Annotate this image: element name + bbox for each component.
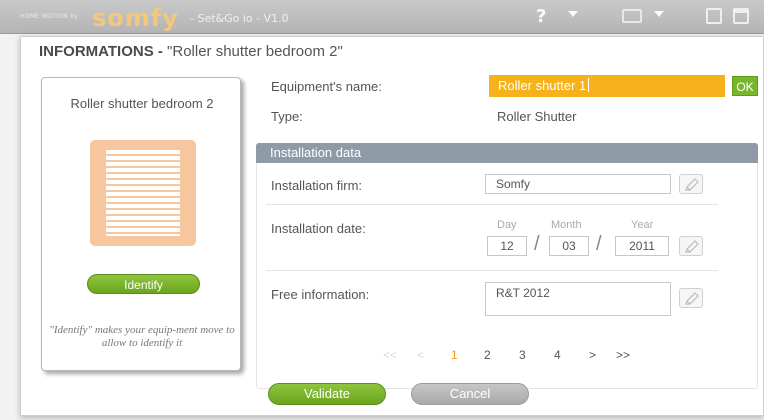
date-separator: / bbox=[534, 233, 540, 255]
edit-icon[interactable] bbox=[622, 9, 642, 23]
app-version: - Set&Go io - V1.0 bbox=[190, 12, 289, 25]
pager-prev[interactable]: < bbox=[417, 348, 424, 362]
type-label: Type: bbox=[271, 109, 303, 124]
help-menu-chevron-down-icon[interactable] bbox=[568, 11, 578, 17]
year-hint: Year bbox=[631, 219, 654, 231]
installation-firm-input[interactable]: Somfy bbox=[485, 174, 671, 194]
edit-menu-chevron-down-icon[interactable] bbox=[654, 11, 664, 17]
pager-page-2[interactable]: 2 bbox=[484, 348, 491, 362]
equipment-name-label: Equipment's name: bbox=[271, 79, 382, 94]
separator bbox=[266, 270, 718, 271]
equipment-card-title: Roller shutter bedroom 2 bbox=[70, 96, 214, 111]
pager-page-3[interactable]: 3 bbox=[519, 348, 526, 362]
identify-note: "Identify" makes your equip-ment move to… bbox=[49, 324, 235, 349]
installation-firm-value: Somfy bbox=[496, 177, 531, 191]
dialog-title-equipment: "Roller shutter bedroom 2" bbox=[167, 43, 343, 60]
separator bbox=[266, 204, 718, 205]
informations-dialog: INFORMATIONS - "Roller shutter bedroom 2… bbox=[20, 36, 764, 416]
date-separator: / bbox=[596, 233, 602, 255]
day-hint: Day bbox=[497, 219, 517, 231]
type-value: Roller Shutter bbox=[497, 109, 577, 124]
minimize-window-icon[interactable] bbox=[706, 8, 722, 24]
edit-firm-pencil-icon[interactable] bbox=[679, 174, 703, 194]
equipment-name-input[interactable]: Roller shutter 1 bbox=[489, 75, 725, 97]
edit-date-pencil-icon[interactable] bbox=[679, 236, 703, 256]
app-window: HOME MOTION by somfy - Set&Go io - V1.0 … bbox=[0, 0, 764, 420]
month-hint: Month bbox=[551, 219, 582, 231]
equipment-card: Roller shutter bedroom 2 Identify "Ident… bbox=[41, 77, 241, 371]
equipment-name-value: Roller shutter 1 bbox=[498, 78, 587, 93]
pager-first[interactable]: << bbox=[383, 348, 397, 362]
cancel-button[interactable]: Cancel bbox=[411, 383, 529, 405]
dialog-title-prefix: INFORMATIONS - bbox=[39, 43, 163, 60]
edit-free-info-pencil-icon[interactable] bbox=[679, 288, 703, 308]
maximize-window-icon[interactable] bbox=[733, 8, 749, 24]
app-top-bar: HOME MOTION by somfy - Set&Go io - V1.0 … bbox=[0, 0, 764, 34]
free-information-value: R&T 2012 bbox=[496, 286, 550, 300]
year-input[interactable]: 2011 bbox=[615, 236, 669, 256]
day-input[interactable]: 12 bbox=[487, 236, 527, 256]
installation-data-header: Installation data bbox=[256, 143, 758, 163]
ok-button[interactable]: OK bbox=[732, 76, 758, 96]
month-input[interactable]: 03 bbox=[549, 236, 589, 256]
pager-page-1[interactable]: 1 bbox=[451, 348, 458, 362]
identify-button[interactable]: Identify bbox=[87, 274, 200, 294]
somfy-logo: somfy bbox=[92, 4, 179, 32]
pager-next[interactable]: > bbox=[589, 348, 596, 362]
free-information-label: Free information: bbox=[271, 287, 370, 302]
brand-tagline: HOME MOTION by bbox=[20, 13, 79, 20]
validate-button[interactable]: Validate bbox=[268, 383, 386, 405]
roller-shutter-icon bbox=[90, 140, 196, 246]
installation-firm-label: Installation firm: bbox=[271, 178, 363, 193]
installation-date-label: Installation date: bbox=[271, 221, 366, 236]
pager-page-4[interactable]: 4 bbox=[554, 348, 561, 362]
dialog-title: INFORMATIONS - "Roller shutter bedroom 2… bbox=[39, 43, 343, 60]
free-information-input[interactable]: R&T 2012 bbox=[485, 282, 671, 316]
pager-last[interactable]: >> bbox=[616, 348, 630, 362]
help-icon[interactable]: ? bbox=[536, 6, 546, 27]
